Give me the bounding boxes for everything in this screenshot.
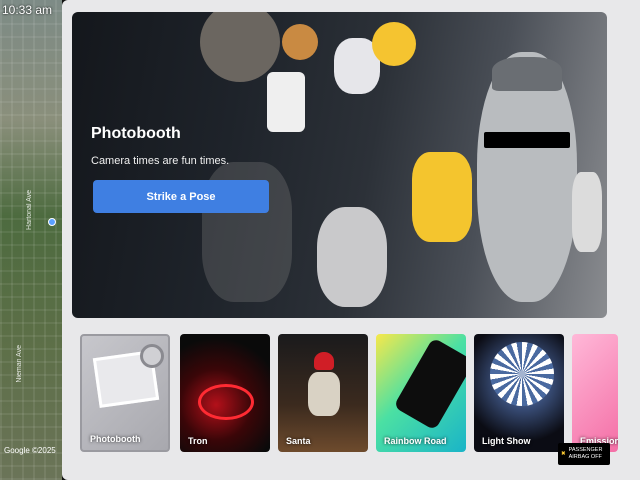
sticker-sunglasses-icon [484,132,570,148]
card-rainbow-road[interactable]: Rainbow Road [376,334,466,452]
street-label: Nieman Ave [16,345,23,383]
airbag-line1: PASSENGER [568,447,603,454]
santa-figure-icon [314,352,334,370]
motorcycle-icon [198,384,254,420]
sticker-grimace-emoji-icon [372,22,416,66]
cap-shape [492,57,562,91]
robot-figure-icon [308,372,340,416]
card-emission[interactable]: Emission [572,334,618,452]
status-clock: 10:33 am [2,3,53,17]
hero-subtitle: Camera times are fun times. [91,155,230,167]
map-attribution: Google ©2025 [4,446,56,455]
passenger-airbag-indicator: ✖ PASSENGER AIRBAG OFF [558,443,610,465]
airbag-off-icon: ✖ [561,450,566,457]
map-panel[interactable]: 10:33 am Hartonal Ave Nieman Ave Google … [0,0,62,480]
location-pin-icon [48,218,56,226]
app-cards-row: Photobooth Tron Santa Rainbow Road Light… [72,334,640,454]
phone-shape-icon [393,337,466,431]
card-label: Photobooth [90,434,141,444]
card-label: Tron [188,436,208,446]
card-santa[interactable]: Santa [278,334,368,452]
card-light-show[interactable]: Light Show [474,334,564,452]
card-label: Rainbow Road [384,436,447,446]
sticker-dog-icon [282,24,318,60]
airbag-line2: AIRBAG OFF [568,454,602,460]
camera-lens-icon [140,344,164,368]
card-photobooth[interactable]: Photobooth [80,334,170,452]
sticker-bunny-icon [317,207,387,307]
sticker-robot-icon [572,172,602,252]
street-label: Hartonal Ave [26,190,33,230]
card-label: Santa [286,436,311,446]
sticker-sloth-icon [200,12,280,82]
sticker-cup-icon [267,72,305,132]
hero-banner: Photobooth Camera times are fun times. S… [72,12,607,318]
sticker-peace-hand-icon [412,152,472,242]
card-label: Light Show [482,436,531,446]
disco-ball-icon [490,342,554,406]
card-tron[interactable]: Tron [180,334,270,452]
hero-title: Photobooth [91,125,181,142]
strike-a-pose-button[interactable]: Strike a Pose [93,180,269,213]
